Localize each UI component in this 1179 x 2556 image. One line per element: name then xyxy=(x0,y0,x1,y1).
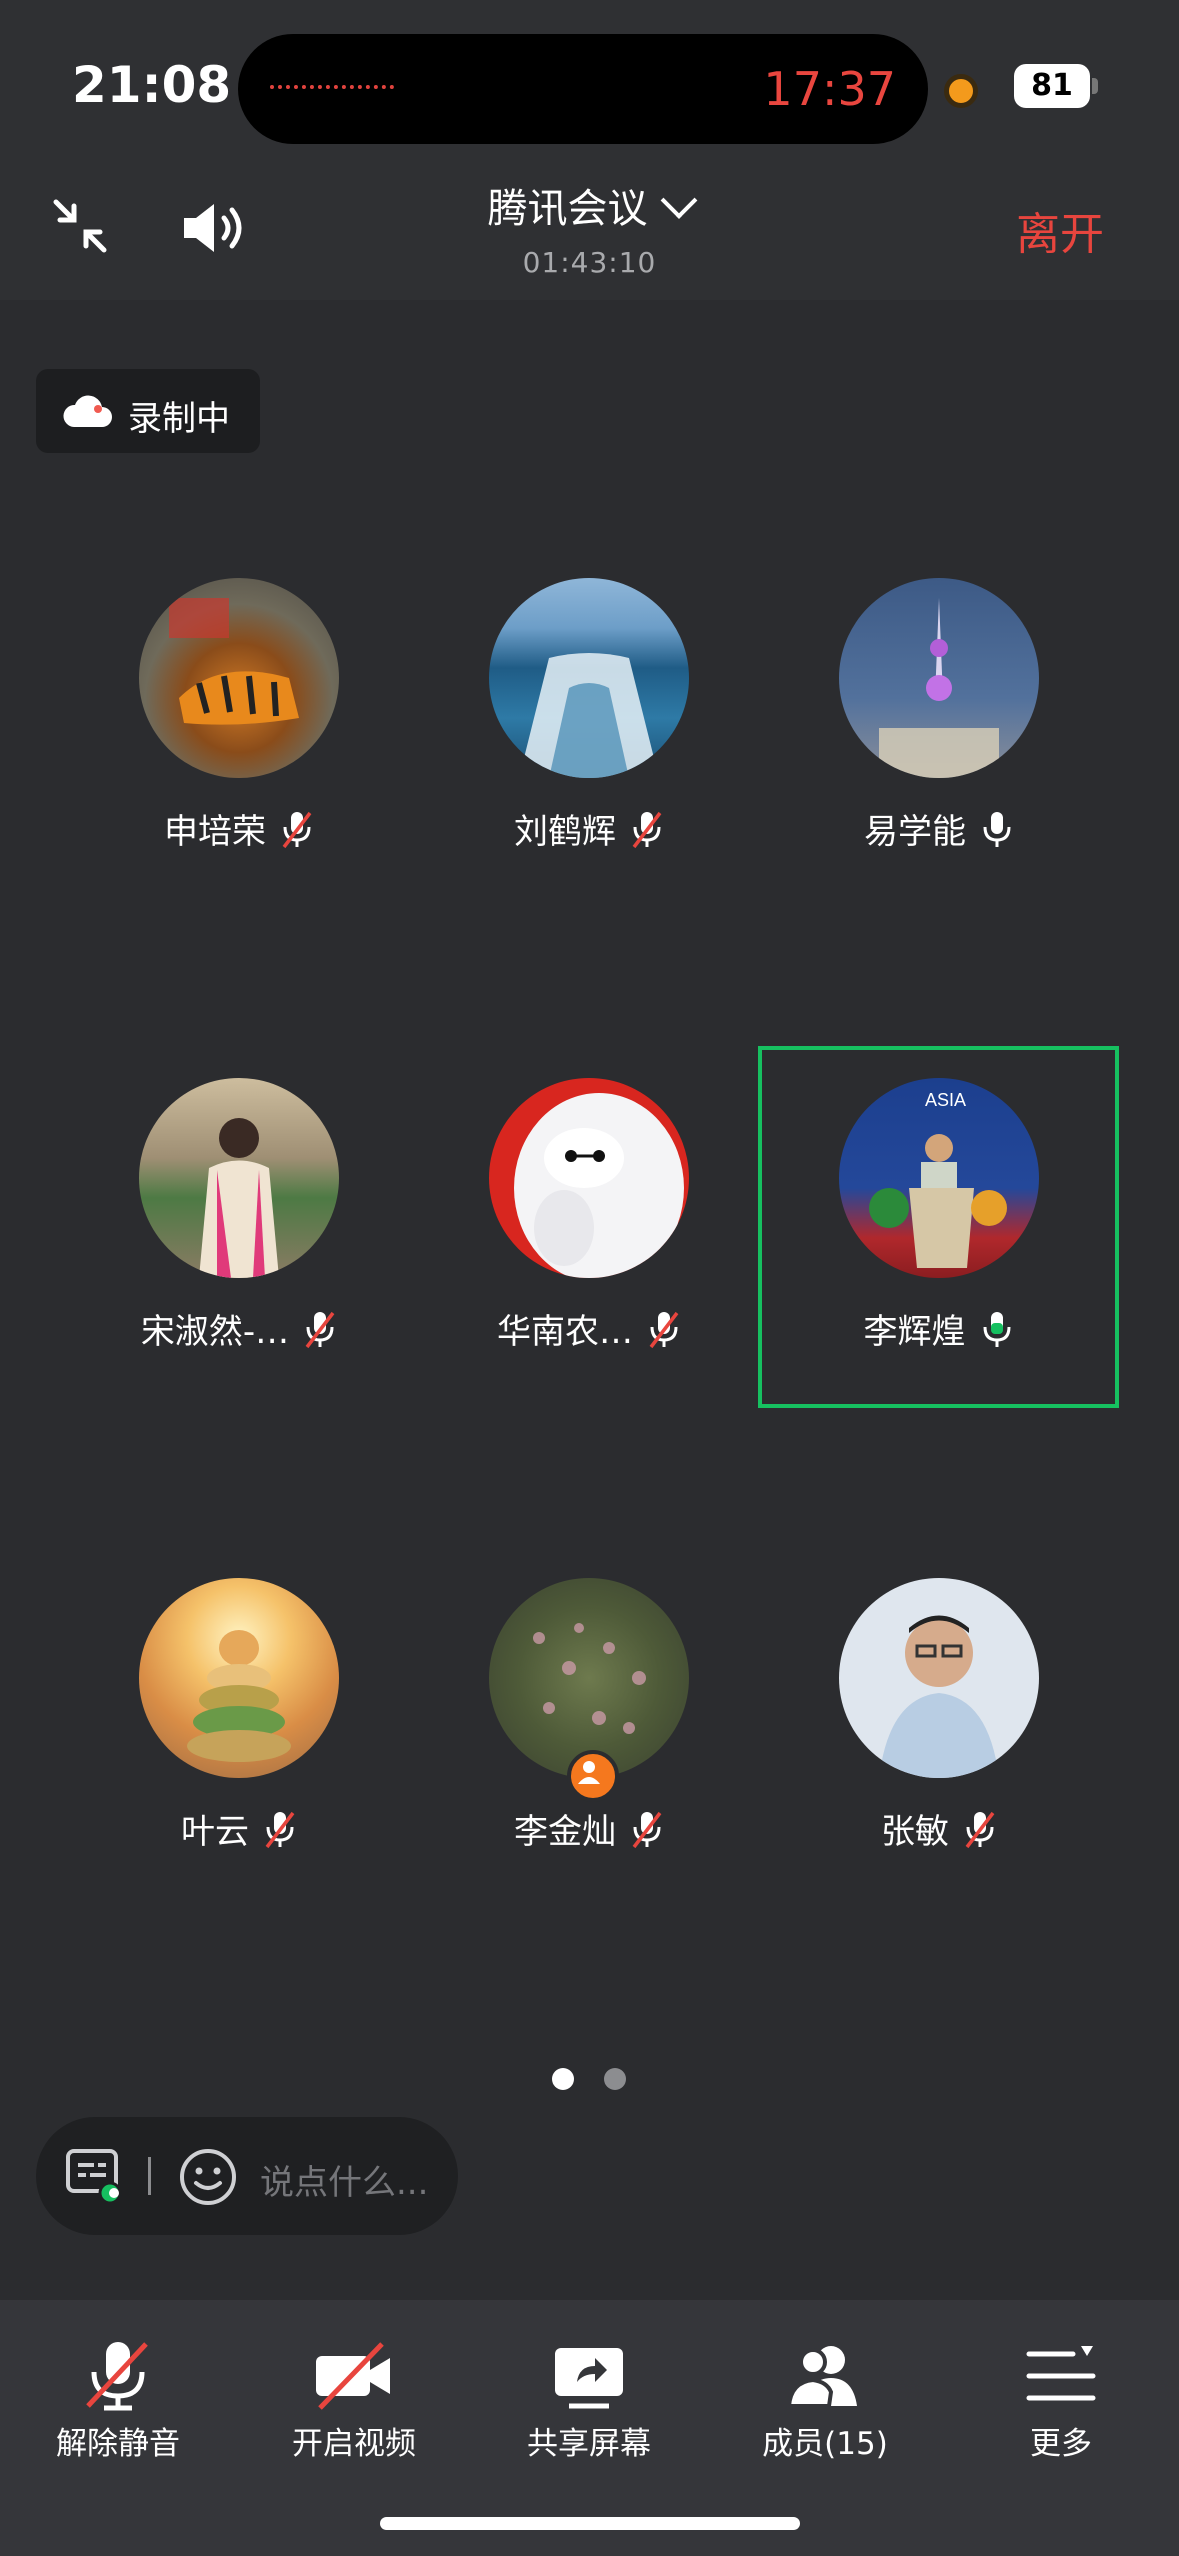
participant-name: 申培荣 xyxy=(60,804,418,858)
participant-name-text: 李辉煌 xyxy=(863,1312,966,1352)
participant-tile[interactable]: 宋淑然-… xyxy=(60,1046,418,1406)
avatar xyxy=(489,1078,689,1278)
participant-name-text: 叶云 xyxy=(181,1812,249,1852)
participant-name-text: 申培荣 xyxy=(164,812,266,852)
meeting-title-label: 腾讯会议 xyxy=(487,186,648,232)
unmute-button[interactable]: 解除静音 xyxy=(0,2300,236,2500)
emoji-icon[interactable] xyxy=(178,2147,238,2207)
mic-muted-icon xyxy=(963,1809,997,1858)
avatar: ASIA xyxy=(838,1078,1039,1278)
participant-name: 易学能 xyxy=(760,804,1118,858)
avatar xyxy=(839,1578,1039,1778)
share-screen-button[interactable]: 共享屏幕 xyxy=(471,2300,707,2500)
call-waveform xyxy=(270,85,394,89)
participant-name: 华南农… xyxy=(410,1304,768,1358)
avatar xyxy=(489,1578,689,1778)
members-icon xyxy=(786,2346,857,2408)
more-button[interactable]: 更多 xyxy=(943,2300,1179,2500)
mic-muted-icon xyxy=(647,1309,681,1358)
participant-tile[interactable]: 李金灿 xyxy=(410,1546,768,1906)
mic-muted-icon xyxy=(86,2342,148,2411)
avatar xyxy=(139,1078,339,1278)
participant-tile[interactable]: 叶云 xyxy=(60,1546,418,1906)
participant-name: 李金灿 xyxy=(410,1804,768,1858)
page-dot[interactable] xyxy=(604,2068,626,2090)
members-label: 成员(15) xyxy=(762,2426,888,2462)
participant-tile[interactable]: 刘鹤辉 xyxy=(410,546,768,906)
participant-name-text: 李金灿 xyxy=(514,1812,616,1852)
participant-tile-active-speaker[interactable]: ASIA 李辉煌 xyxy=(758,1046,1119,1408)
participant-name: 李辉煌 xyxy=(762,1304,1115,1358)
dynamic-island: 17:37 xyxy=(238,34,928,144)
mic-muted-icon xyxy=(303,1309,337,1358)
participant-tile[interactable]: 申培荣 xyxy=(60,546,418,906)
svg-text:ASIA: ASIA xyxy=(925,1090,966,1110)
participant-name-text: 华南农… xyxy=(497,1312,633,1352)
recording-label: 录制中 xyxy=(128,399,230,439)
chevron-down-icon xyxy=(660,182,697,219)
avatar xyxy=(139,1578,339,1778)
battery-level: 81 xyxy=(1014,64,1090,108)
meeting-duration: 01:43:10 xyxy=(522,246,657,279)
participant-name-text: 刘鹤辉 xyxy=(514,812,616,852)
participant-tile[interactable]: 易学能 xyxy=(760,546,1118,906)
participant-name: 宋淑然-… xyxy=(60,1304,418,1358)
meeting-title[interactable]: 腾讯会议 xyxy=(0,176,1179,234)
participant-name-text: 张敏 xyxy=(881,1812,949,1852)
participant-name: 张敏 xyxy=(760,1804,1118,1858)
battery-icon xyxy=(1092,78,1098,94)
unmute-label: 解除静音 xyxy=(56,2426,180,2462)
start-video-label: 开启视频 xyxy=(292,2426,416,2462)
recording-badge[interactable]: 录制中 xyxy=(36,369,260,453)
participant-tile[interactable]: 张敏 xyxy=(760,1546,1118,1906)
mic-muted-icon xyxy=(630,809,664,858)
page-dot-active[interactable] xyxy=(552,2068,574,2090)
call-timer: 17:37 xyxy=(763,62,896,116)
avatar xyxy=(839,578,1039,778)
participant-name: 刘鹤辉 xyxy=(410,804,768,858)
status-time: 21:08 xyxy=(72,56,232,114)
chat-bar[interactable]: 说点什么... xyxy=(36,2117,458,2235)
mic-muted-icon xyxy=(280,809,314,858)
mic-muted-icon xyxy=(263,1809,297,1858)
avatar xyxy=(139,578,339,778)
mic-icon xyxy=(980,809,1014,858)
participant-name-text: 易学能 xyxy=(864,812,966,852)
members-button[interactable]: 成员(15) xyxy=(707,2300,943,2500)
home-indicator[interactable] xyxy=(380,2517,800,2530)
participant-tile[interactable]: 华南农… xyxy=(410,1046,768,1406)
subtitles-icon[interactable] xyxy=(64,2147,126,2207)
participant-name: 叶云 xyxy=(60,1804,418,1858)
more-menu-icon xyxy=(1026,2346,1096,2401)
avatar xyxy=(489,578,689,778)
video-off-icon xyxy=(316,2342,390,2410)
more-label: 更多 xyxy=(1030,2426,1092,2462)
leave-button[interactable]: 离开 xyxy=(1016,198,1104,262)
recording-indicator-icon xyxy=(944,74,978,108)
divider xyxy=(148,2157,151,2195)
mic-muted-icon xyxy=(630,1809,664,1858)
share-screen-icon xyxy=(555,2348,623,2409)
cloud-icon xyxy=(63,395,112,427)
share-screen-label: 共享屏幕 xyxy=(527,2426,651,2462)
participant-name-text: 宋淑然-… xyxy=(140,1312,290,1352)
start-video-button[interactable]: 开启视频 xyxy=(236,2300,472,2500)
mic-speaking-icon xyxy=(980,1309,1014,1358)
host-badge-icon xyxy=(567,1750,619,1802)
chat-input[interactable]: 说点什么... xyxy=(260,2155,428,2204)
